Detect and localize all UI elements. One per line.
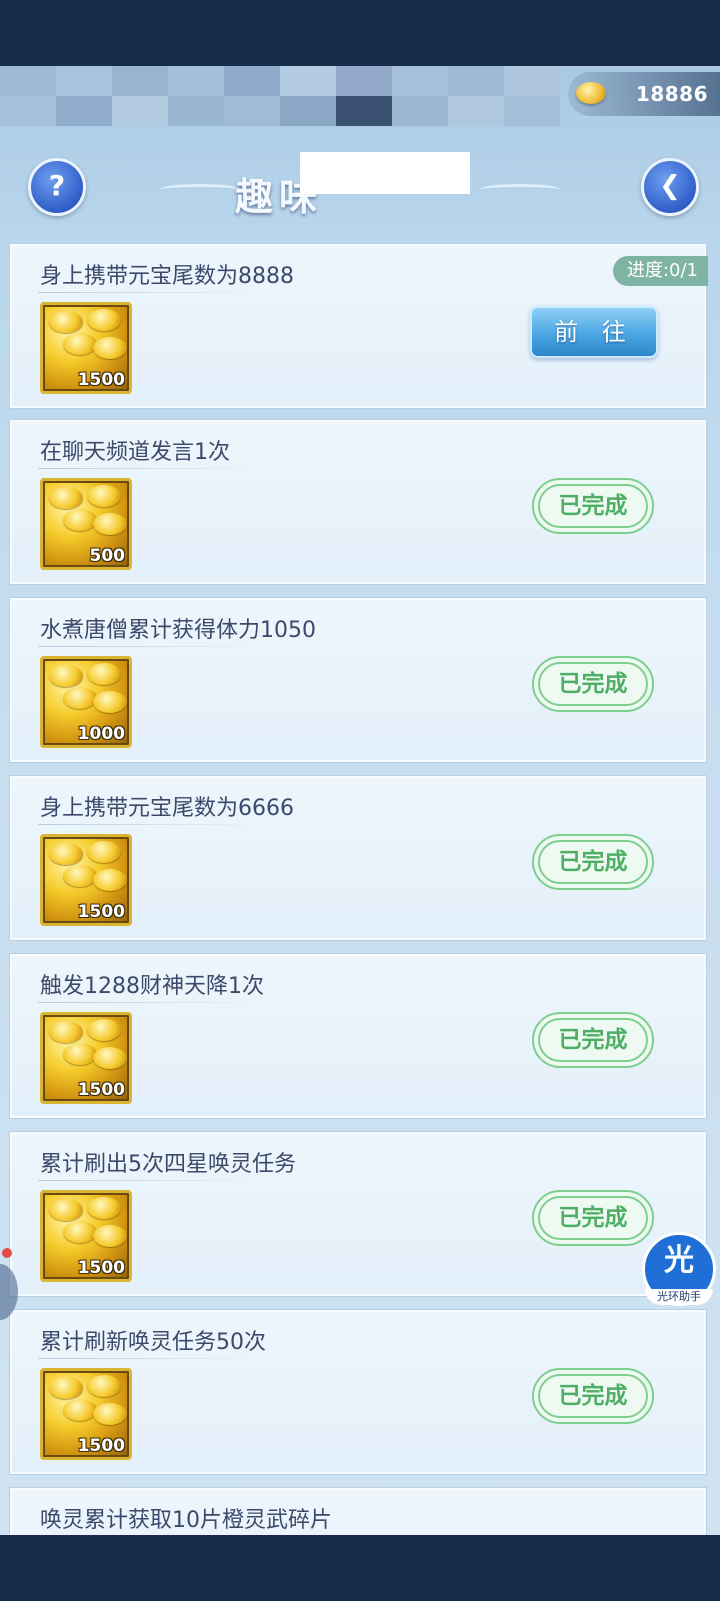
divider xyxy=(38,292,268,293)
reward-count: 1500 xyxy=(77,1080,125,1100)
assistant-label: 光环助手 xyxy=(645,1289,713,1305)
completed-button[interactable]: 已完成 xyxy=(532,656,654,712)
reward-item[interactable]: 1500 xyxy=(40,1190,132,1282)
reward-item[interactable]: 1500 xyxy=(40,1012,132,1104)
task-card: 水煮唐僧累计获得体力1050 1000 已完成 xyxy=(9,597,707,763)
reward-count: 1500 xyxy=(77,1258,125,1278)
question-mark-icon: ? xyxy=(48,169,66,202)
completed-label: 已完成 xyxy=(538,840,648,884)
reward-count: 1000 xyxy=(77,724,125,744)
gold-ingot-icon xyxy=(93,869,127,891)
completed-button[interactable]: 已完成 xyxy=(532,1012,654,1068)
gold-ingot-icon xyxy=(63,1043,97,1065)
blurred-header-strip xyxy=(0,66,560,96)
task-title: 唤灵累计获取10片橙灵武碎片 xyxy=(40,1508,332,1533)
reward-item[interactable]: 500 xyxy=(40,478,132,570)
completed-button[interactable]: 已完成 xyxy=(532,478,654,534)
gold-ingot-icon xyxy=(87,1375,121,1397)
gold-ingot-icon xyxy=(49,1377,83,1399)
task-title: 触发1288财神天降1次 xyxy=(40,974,264,999)
completed-label: 已完成 xyxy=(538,484,648,528)
completed-label: 已完成 xyxy=(538,1196,648,1240)
reward-item[interactable]: 1500 xyxy=(40,302,132,394)
gold-ingot-icon xyxy=(87,841,121,863)
game-screen: 18886 ? 趣味 ❮ 身上携带元宝尾数为8888 1500 进度:0/1 前… xyxy=(0,66,720,1535)
reward-count: 1500 xyxy=(77,370,125,390)
assistant-float-button[interactable]: 光 光环助手 xyxy=(642,1232,716,1306)
gold-ingot-icon xyxy=(63,865,97,887)
task-card: 触发1288财神天降1次 1500 已完成 xyxy=(9,953,707,1119)
task-title: 累计刷新唤灵任务50次 xyxy=(40,1330,266,1355)
gold-ingot-icon xyxy=(63,687,97,709)
reward-item[interactable]: 1000 xyxy=(40,656,132,748)
status-bar xyxy=(0,0,720,66)
gold-ingot-icon xyxy=(576,82,606,104)
back-arrow-icon: ❮ xyxy=(659,171,681,201)
gold-ingot-icon xyxy=(93,1047,127,1069)
gold-ingot-icon xyxy=(93,691,127,713)
currency-value: 18886 xyxy=(635,82,708,106)
divider xyxy=(38,1358,268,1359)
notification-dot xyxy=(2,1248,12,1258)
back-button[interactable]: ❮ xyxy=(641,158,699,216)
reward-count: 1500 xyxy=(77,1436,125,1456)
reward-item[interactable]: 1500 xyxy=(40,1368,132,1460)
gold-ingot-icon xyxy=(49,665,83,687)
go-button[interactable]: 前 往 xyxy=(530,306,658,358)
divider xyxy=(38,1002,268,1003)
gold-ingot-icon xyxy=(49,1199,83,1221)
gold-ingot-icon xyxy=(49,843,83,865)
gold-ingot-icon xyxy=(93,1225,127,1247)
gold-ingot-icon xyxy=(63,1221,97,1243)
task-title: 在聊天频道发言1次 xyxy=(40,440,230,465)
task-title: 累计刷出5次四星唤灵任务 xyxy=(40,1152,296,1177)
title-ornament-left xyxy=(160,184,240,195)
currency-display: 18886 xyxy=(568,72,720,116)
task-card: 在聊天频道发言1次 500 已完成 xyxy=(9,419,707,585)
blurred-header-strip-2 xyxy=(0,96,560,126)
completed-button[interactable]: 已完成 xyxy=(532,1190,654,1246)
gold-ingot-icon xyxy=(63,333,97,355)
completed-label: 已完成 xyxy=(538,662,648,706)
task-title: 身上携带元宝尾数为8888 xyxy=(40,264,294,289)
task-card: 身上携带元宝尾数为6666 1500 已完成 xyxy=(9,775,707,941)
progress-badge: 进度:0/1 xyxy=(612,256,708,286)
gold-ingot-icon xyxy=(93,1403,127,1425)
divider xyxy=(38,1180,268,1181)
gold-ingot-icon xyxy=(93,513,127,535)
gold-ingot-icon xyxy=(87,663,121,685)
task-title: 水煮唐僧累计获得体力1050 xyxy=(40,618,316,643)
gold-ingot-icon xyxy=(87,1197,121,1219)
gold-ingot-icon xyxy=(63,509,97,531)
gold-ingot-icon xyxy=(87,1019,121,1041)
reward-item[interactable]: 1500 xyxy=(40,834,132,926)
gold-ingot-icon xyxy=(87,485,121,507)
gold-ingot-icon xyxy=(87,309,121,331)
completed-button[interactable]: 已完成 xyxy=(532,1368,654,1424)
task-card: 身上携带元宝尾数为8888 1500 进度:0/1 前 往 xyxy=(9,243,708,409)
completed-label: 已完成 xyxy=(538,1018,648,1062)
title-ornament-right xyxy=(480,184,560,195)
divider xyxy=(38,468,268,469)
task-title: 身上携带元宝尾数为6666 xyxy=(40,796,294,821)
task-card: 累计刷出5次四星唤灵任务 1500 已完成 xyxy=(9,1131,707,1297)
task-card: 累计刷新唤灵任务50次 1500 已完成 xyxy=(9,1309,707,1475)
divider xyxy=(38,824,268,825)
divider xyxy=(38,646,268,647)
completed-label: 已完成 xyxy=(538,1374,648,1418)
title-redaction xyxy=(300,152,470,194)
reward-count: 500 xyxy=(89,546,126,566)
task-card: 唤灵累计获取10片橙灵武碎片 xyxy=(9,1487,707,1535)
gold-ingot-icon xyxy=(49,487,83,509)
reward-count: 1500 xyxy=(77,902,125,922)
gold-ingot-icon xyxy=(49,1021,83,1043)
gold-ingot-icon xyxy=(93,337,127,359)
navigation-bar xyxy=(0,1535,720,1601)
title-bar: ? 趣味 ❮ xyxy=(0,146,720,226)
help-button[interactable]: ? xyxy=(28,158,86,216)
gold-ingot-icon xyxy=(63,1399,97,1421)
gold-ingot-icon xyxy=(49,311,83,333)
assistant-icon: 光 xyxy=(664,1243,694,1278)
completed-button[interactable]: 已完成 xyxy=(532,834,654,890)
